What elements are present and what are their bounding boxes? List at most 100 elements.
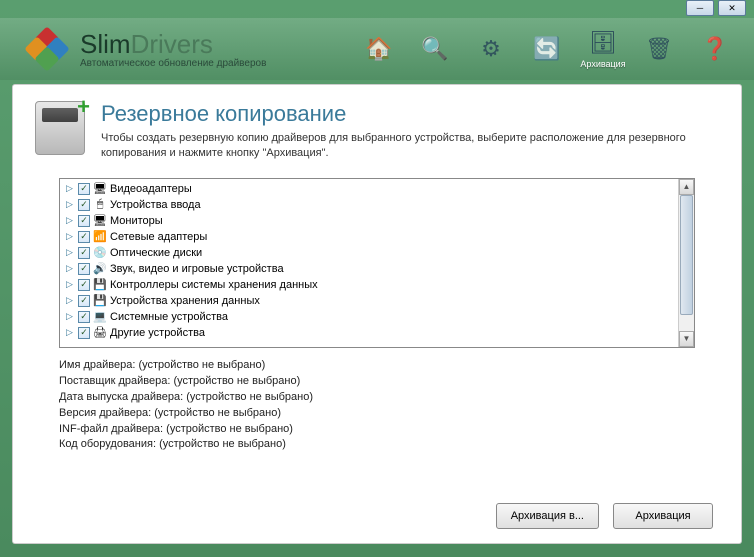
tree-checkbox[interactable]: ✓ [78, 263, 90, 275]
tree-item-label: Мониторы [110, 215, 163, 227]
toolbar-scan-button[interactable]: 🔍 [416, 24, 454, 74]
page-description: Чтобы создать резервную копию драйверов … [101, 131, 719, 162]
device-category-icon: 💾 [92, 278, 108, 292]
device-category-icon: 💻 [92, 310, 108, 324]
detail-row: INF-файл драйвера: (устройство не выбран… [59, 422, 695, 438]
expand-arrow-icon[interactable]: ▷ [66, 295, 76, 306]
scan-icon: 🔍 [420, 36, 450, 62]
detail-row: Дата выпуска драйвера: (устройство не вы… [59, 390, 695, 406]
tree-item-label: Видеоадаптеры [110, 183, 192, 195]
detail-label: Версия драйвера: [59, 407, 151, 419]
device-category-icon: 💾 [92, 294, 108, 308]
page-icon-backup [35, 101, 85, 155]
tree-checkbox[interactable]: ✓ [78, 183, 90, 195]
toolbar-help-button[interactable]: ❓ [696, 24, 734, 74]
tree-item[interactable]: ▷✓🖥Мониторы [60, 213, 678, 229]
footer-buttons: Архивация в... Архивация [35, 503, 719, 529]
scroll-thumb[interactable] [680, 195, 693, 315]
toolbar-restore-button[interactable]: 🔄 [528, 24, 566, 74]
tree-item-label: Устройства хранения данных [110, 295, 260, 307]
archive-button[interactable]: Архивация [613, 503, 713, 529]
detail-row: Код оборудования: (устройство не выбрано… [59, 437, 695, 453]
tree-checkbox[interactable]: ✓ [78, 231, 90, 243]
tree-item-label: Другие устройства [110, 327, 205, 339]
detail-value: (устройство не выбрано) [138, 359, 265, 371]
tree-item[interactable]: ▷✓💿Оптические диски [60, 245, 678, 261]
detail-value: (устройство не выбрано) [186, 391, 313, 403]
archive-to-button[interactable]: Архивация в... [496, 503, 599, 529]
tree-item-label: Звук, видео и игровые устройства [110, 263, 284, 275]
detail-row: Имя драйвера: (устройство не выбрано) [59, 358, 695, 374]
tree-item-label: Сетевые адаптеры [110, 231, 207, 243]
device-category-icon: 💿 [92, 246, 108, 260]
gear-icon: ⚙ [476, 36, 506, 62]
app-logo-text: SlimDrivers Автоматическое обновление др… [80, 29, 266, 69]
scroll-up-button[interactable]: ▲ [679, 179, 694, 195]
close-button[interactable]: ✕ [718, 0, 746, 16]
tree-item[interactable]: ▷✓💾Устройства хранения данных [60, 293, 678, 309]
tree-item[interactable]: ▷✓💾Контроллеры системы хранения данных [60, 277, 678, 293]
page-header: Резервное копирование Чтобы создать резе… [35, 101, 719, 162]
app-logo-icon [28, 28, 70, 70]
device-category-icon: 🖥 [92, 182, 108, 196]
app-title-drivers: Drivers [131, 29, 213, 59]
detail-row: Версия драйвера: (устройство не выбрано) [59, 406, 695, 422]
tree-item-label: Оптические диски [110, 247, 202, 259]
minimize-button[interactable]: ─ [686, 0, 714, 16]
expand-arrow-icon[interactable]: ▷ [66, 183, 76, 194]
expand-arrow-icon[interactable]: ▷ [66, 199, 76, 210]
expand-arrow-icon[interactable]: ▷ [66, 247, 76, 258]
detail-label: Поставщик драйвера: [59, 375, 170, 387]
toolbar-backup-button[interactable]: 🗄 Архивация [584, 24, 622, 74]
tree-item[interactable]: ▷✓🔊Звук, видео и игровые устройства [60, 261, 678, 277]
tree-item-label: Контроллеры системы хранения данных [110, 279, 318, 291]
toolbar-uninstall-button[interactable]: 🗑 [640, 24, 678, 74]
help-icon: ❓ [700, 36, 730, 62]
driver-details: Имя драйвера: (устройство не выбрано)Пос… [59, 358, 695, 454]
tree-item[interactable]: ▷✓📶Сетевые адаптеры [60, 229, 678, 245]
content-panel: Резервное копирование Чтобы создать резе… [12, 84, 742, 544]
tree-checkbox[interactable]: ✓ [78, 279, 90, 291]
window-titlebar: ─ ✕ [0, 0, 754, 18]
expand-arrow-icon[interactable]: ▷ [66, 215, 76, 226]
tree-checkbox[interactable]: ✓ [78, 199, 90, 211]
detail-label: Код оборудования: [59, 438, 156, 450]
device-category-icon: 🔊 [92, 262, 108, 276]
toolbar-active-label: Архивация [580, 59, 625, 69]
device-tree-container: ▷✓🖥Видеоадаптеры▷✓🖱Устройства ввода▷✓🖥Мо… [59, 178, 695, 348]
detail-label: Дата выпуска драйвера: [59, 391, 183, 403]
home-icon: 🏠 [364, 36, 394, 62]
tree-item[interactable]: ▷✓🖱Устройства ввода [60, 197, 678, 213]
tree-checkbox[interactable]: ✓ [78, 311, 90, 323]
scroll-down-button[interactable]: ▼ [679, 331, 694, 347]
detail-value: (устройство не выбрано) [173, 375, 300, 387]
main-toolbar: 🏠 🔍 ⚙ 🔄 🗄 Архивация 🗑 ❓ [360, 24, 734, 74]
page-title: Резервное копирование [101, 101, 719, 127]
app-subtitle: Автоматическое обновление драйверов [80, 58, 266, 69]
detail-label: Имя драйвера: [59, 359, 135, 371]
expand-arrow-icon[interactable]: ▷ [66, 327, 76, 338]
expand-arrow-icon[interactable]: ▷ [66, 263, 76, 274]
toolbar-settings-button[interactable]: ⚙ [472, 24, 510, 74]
detail-row: Поставщик драйвера: (устройство не выбра… [59, 374, 695, 390]
tree-checkbox[interactable]: ✓ [78, 327, 90, 339]
tree-item[interactable]: ▷✓🖥Видеоадаптеры [60, 181, 678, 197]
expand-arrow-icon[interactable]: ▷ [66, 279, 76, 290]
device-category-icon: 🖱 [92, 198, 108, 212]
backup-icon: 🗄 [588, 30, 618, 56]
tree-checkbox[interactable]: ✓ [78, 247, 90, 259]
device-tree[interactable]: ▷✓🖥Видеоадаптеры▷✓🖱Устройства ввода▷✓🖥Мо… [60, 179, 678, 347]
expand-arrow-icon[interactable]: ▷ [66, 231, 76, 242]
tree-checkbox[interactable]: ✓ [78, 215, 90, 227]
detail-label: INF-файл драйвера: [59, 423, 163, 435]
detail-value: (устройство не выбрано) [166, 423, 293, 435]
tree-item[interactable]: ▷✓🖨Другие устройства [60, 325, 678, 341]
expand-arrow-icon[interactable]: ▷ [66, 311, 76, 322]
device-category-icon: 🖨 [92, 326, 108, 340]
tree-item[interactable]: ▷✓💻Системные устройства [60, 309, 678, 325]
detail-value: (устройство не выбрано) [159, 438, 286, 450]
toolbar-home-button[interactable]: 🏠 [360, 24, 398, 74]
detail-value: (устройство не выбрано) [154, 407, 281, 419]
tree-scrollbar[interactable]: ▲ ▼ [678, 179, 694, 347]
tree-checkbox[interactable]: ✓ [78, 295, 90, 307]
